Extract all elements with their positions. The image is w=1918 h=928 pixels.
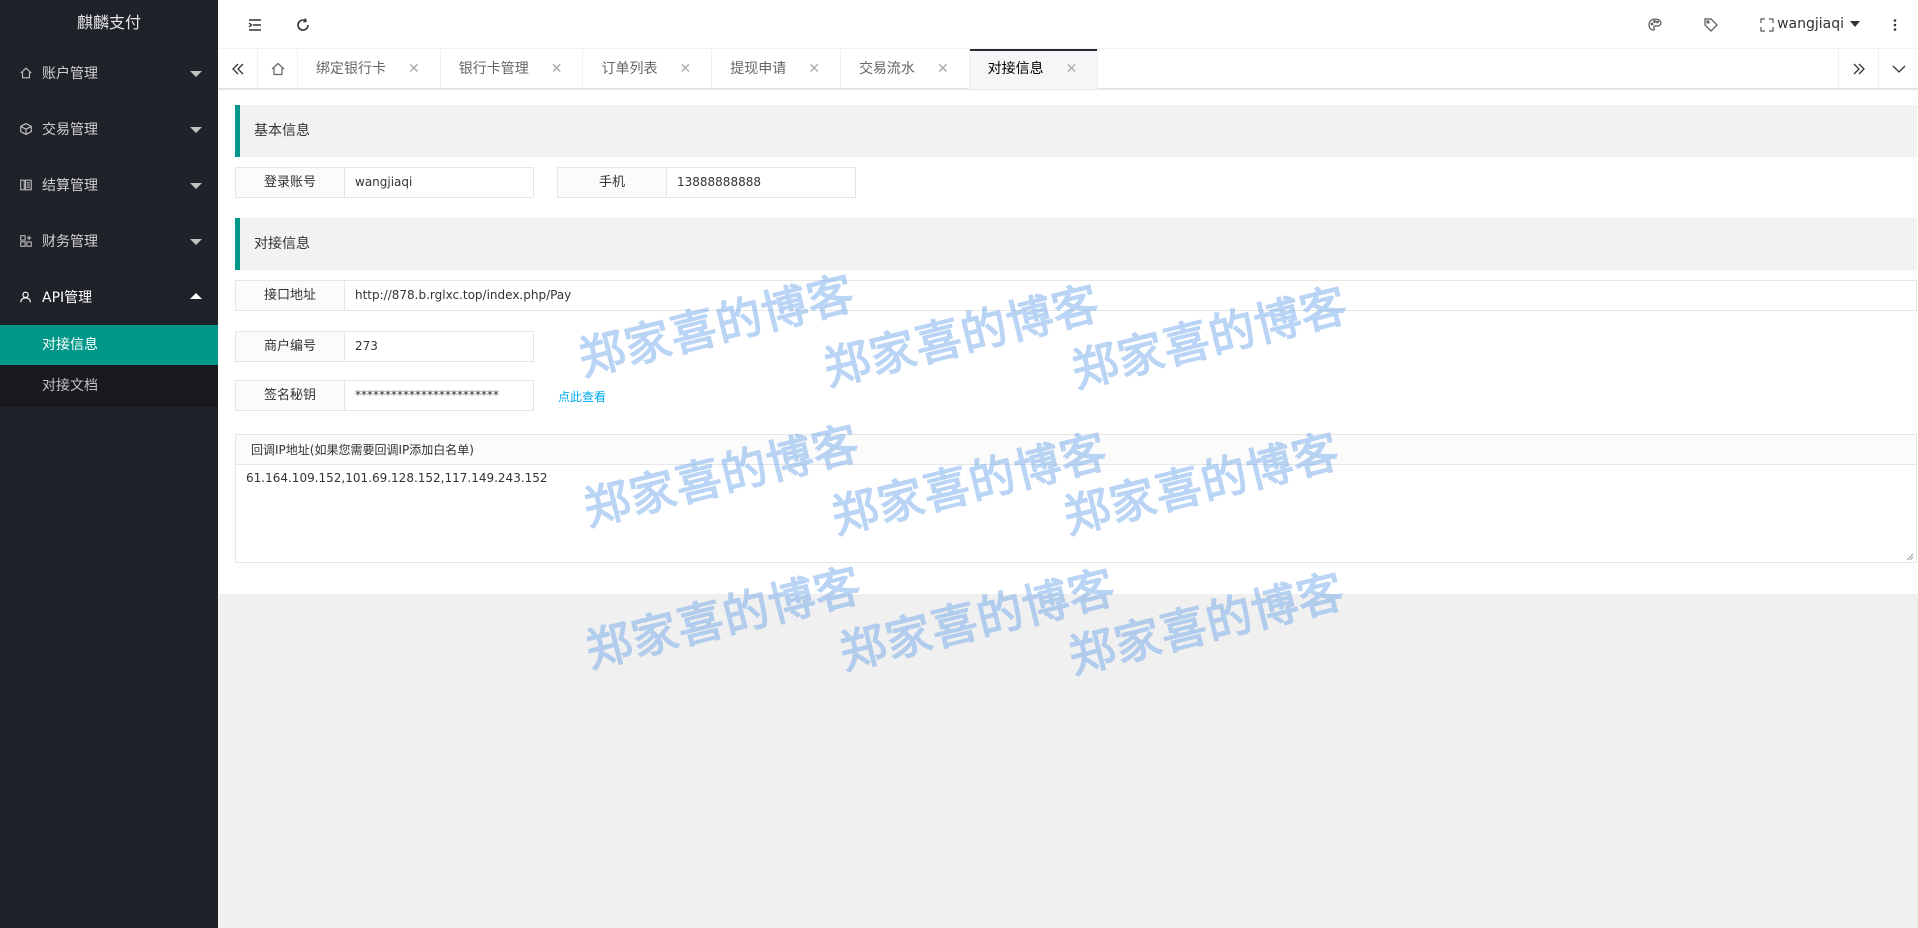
double-chevron-left-icon [231,63,243,75]
sidebar-submenu-api: 对接信息 对接文档 [0,325,218,407]
cube-icon [18,121,34,137]
close-icon[interactable]: ✕ [1066,49,1078,89]
ledger-icon [18,177,34,193]
finance-icon [18,233,34,249]
theme-button[interactable] [1632,0,1678,49]
sidebar-item-settlement[interactable]: 结算管理 [0,157,218,213]
phone-value: 13888888888 [667,167,856,198]
main-content: 基本信息 登录账号 wangjiaqi 手机 13888888888 对接信息 … [218,90,1918,594]
caret-down-icon [190,239,202,245]
refresh-icon [297,17,309,31]
login-account-field: 登录账号 wangjiaqi [235,167,534,198]
tab-bind-card[interactable]: 绑定银行卡 ✕ [298,49,441,89]
tab-scroll-left-button[interactable] [218,49,258,89]
sidebar-subitem-integration-info[interactable]: 对接信息 [0,325,218,365]
tab-card-manage[interactable]: 银行卡管理 ✕ [441,49,584,89]
home-icon [271,62,284,76]
callback-ip-textarea[interactable]: 61.164.109.152,101.69.128.152,117.149.24… [236,465,1916,563]
caret-down-icon [190,183,202,189]
sidebar-item-label: 结算管理 [42,178,98,194]
chevron-down-icon [1892,65,1905,73]
caret-down-icon [190,71,202,77]
tab-integration-info[interactable]: 对接信息 ✕ [969,49,1099,89]
caret-up-icon [190,293,202,299]
sidebar-item-api[interactable]: API管理 [0,269,218,325]
more-vertical-icon [1893,18,1897,31]
close-icon[interactable]: ✕ [679,49,691,89]
tab-scroll-right-button[interactable] [1838,49,1878,89]
api-url-field: 接口地址 http://878.b.rglxc.top/index.php/Pa… [235,280,1917,311]
user-menu[interactable]: wangjiaqi [1777,0,1860,49]
tab-label: 银行卡管理 [458,61,529,77]
fullscreen-icon [1760,17,1774,32]
tab-order-list[interactable]: 订单列表 ✕ [583,49,713,89]
tab-label: 订单列表 [601,61,658,77]
sign-secret-value: ************************ [345,380,534,411]
close-icon[interactable]: ✕ [551,49,563,89]
tab-bar: 绑定银行卡 ✕ 银行卡管理 ✕ 订单列表 ✕ 提现申请 ✕ 交易流水 ✕ 对接信息 ✕ [218,49,1918,89]
tab-withdraw[interactable]: 提现申请 ✕ [712,49,841,89]
tab-options-button[interactable] [1878,49,1918,89]
close-icon[interactable]: ✕ [937,49,949,89]
tab-label: 对接信息 [987,61,1044,77]
user-icon [18,289,34,305]
caret-down-icon [1850,21,1860,27]
sidebar-subitem-integration-docs[interactable]: 对接文档 [0,365,218,407]
username: wangjiaqi [1777,16,1844,32]
more-button[interactable] [1872,0,1918,49]
field-label: 签名秘钥 [235,380,345,411]
field-label: 商户编号 [235,331,345,362]
sidebar: 麒麟支付 账户管理 交易管理 结算管理 财务管理 API管理 对接信息 对接文档 [0,0,218,928]
caret-down-icon [190,127,202,133]
sign-secret-field: 签名秘钥 ************************ [235,380,534,411]
field-label: 接口地址 [235,280,345,311]
login-account-value: wangjiaqi [345,167,534,198]
sidebar-item-label: 交易管理 [42,122,98,138]
tab-label: 提现申请 [730,61,787,77]
home-icon [18,65,34,81]
notes-button[interactable] [1688,0,1734,49]
field-label: 登录账号 [235,167,345,198]
palette-icon [1648,17,1662,31]
section-title-integration: 对接信息 [235,218,1917,270]
menu-toggle-button[interactable] [232,0,278,49]
double-chevron-right-icon [1853,63,1865,75]
tab-home[interactable] [258,49,298,89]
close-icon[interactable]: ✕ [408,49,420,89]
callback-ip-label: 回调IP地址(如果您需要回调IP添加白名单) [236,435,1916,465]
tag-icon [1704,17,1718,32]
merchant-id-value: 273 [345,331,534,362]
sidebar-item-finance[interactable]: 财务管理 [0,213,218,269]
sidebar-item-account[interactable]: 账户管理 [0,45,218,101]
callback-ip-value: 61.164.109.152,101.69.128.152,117.149.24… [246,471,548,485]
view-secret-link[interactable]: 点此查看 [558,388,606,405]
tab-label: 交易流水 [858,61,915,77]
resize-handle-icon[interactable] [1904,551,1914,561]
merchant-id-field: 商户编号 273 [235,331,534,362]
section-title-basic: 基本信息 [235,105,1917,157]
phone-field: 手机 13888888888 [557,167,856,198]
sidebar-item-label: 账户管理 [42,66,98,82]
tab-label: 绑定银行卡 [316,61,386,77]
callback-ip-box: 回调IP地址(如果您需要回调IP添加白名单) 61.164.109.152,10… [235,434,1917,563]
field-label: 手机 [557,167,667,198]
tab-transactions[interactable]: 交易流水 ✕ [841,49,970,89]
sidebar-item-label: API管理 [42,290,93,306]
top-header: wangjiaqi [218,0,1918,49]
sidebar-item-label: 财务管理 [42,234,98,250]
close-icon[interactable]: ✕ [808,49,820,89]
api-url-value: http://878.b.rglxc.top/index.php/Pay [345,280,1917,311]
sidebar-item-trade[interactable]: 交易管理 [0,101,218,157]
refresh-button[interactable] [280,0,326,49]
app-logo: 麒麟支付 [76,13,141,32]
indent-icon [248,18,261,31]
tab-list: 绑定银行卡 ✕ 银行卡管理 ✕ 订单列表 ✕ 提现申请 ✕ 交易流水 ✕ 对接信息 ✕ [258,49,1099,89]
